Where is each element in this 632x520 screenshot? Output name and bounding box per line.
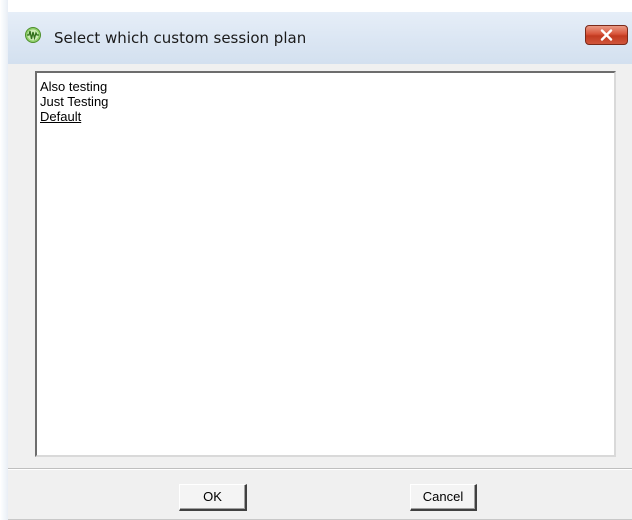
session-plan-listbox[interactable]: Also testing Just Testing Default — [35, 71, 616, 457]
list-item-just-testing[interactable]: Just Testing — [37, 94, 614, 109]
cancel-button[interactable]: Cancel — [410, 484, 477, 511]
title-bar[interactable]: Select which custom session plan — [8, 12, 632, 64]
close-icon — [600, 29, 613, 41]
app-waveform-icon — [25, 27, 41, 43]
list-item-also-testing[interactable]: Also testing — [37, 79, 614, 94]
close-button[interactable] — [585, 25, 628, 45]
session-plan-dialog: Select which custom session plan Also te… — [8, 12, 632, 520]
list-item-default[interactable]: Default — [37, 109, 614, 124]
window-left-frame — [0, 0, 8, 520]
button-bar: OK Cancel — [8, 468, 632, 520]
ok-button[interactable]: OK — [179, 484, 247, 511]
dialog-title: Select which custom session plan — [54, 29, 307, 47]
dialog-client-area: Also testing Just Testing Default — [8, 64, 632, 468]
